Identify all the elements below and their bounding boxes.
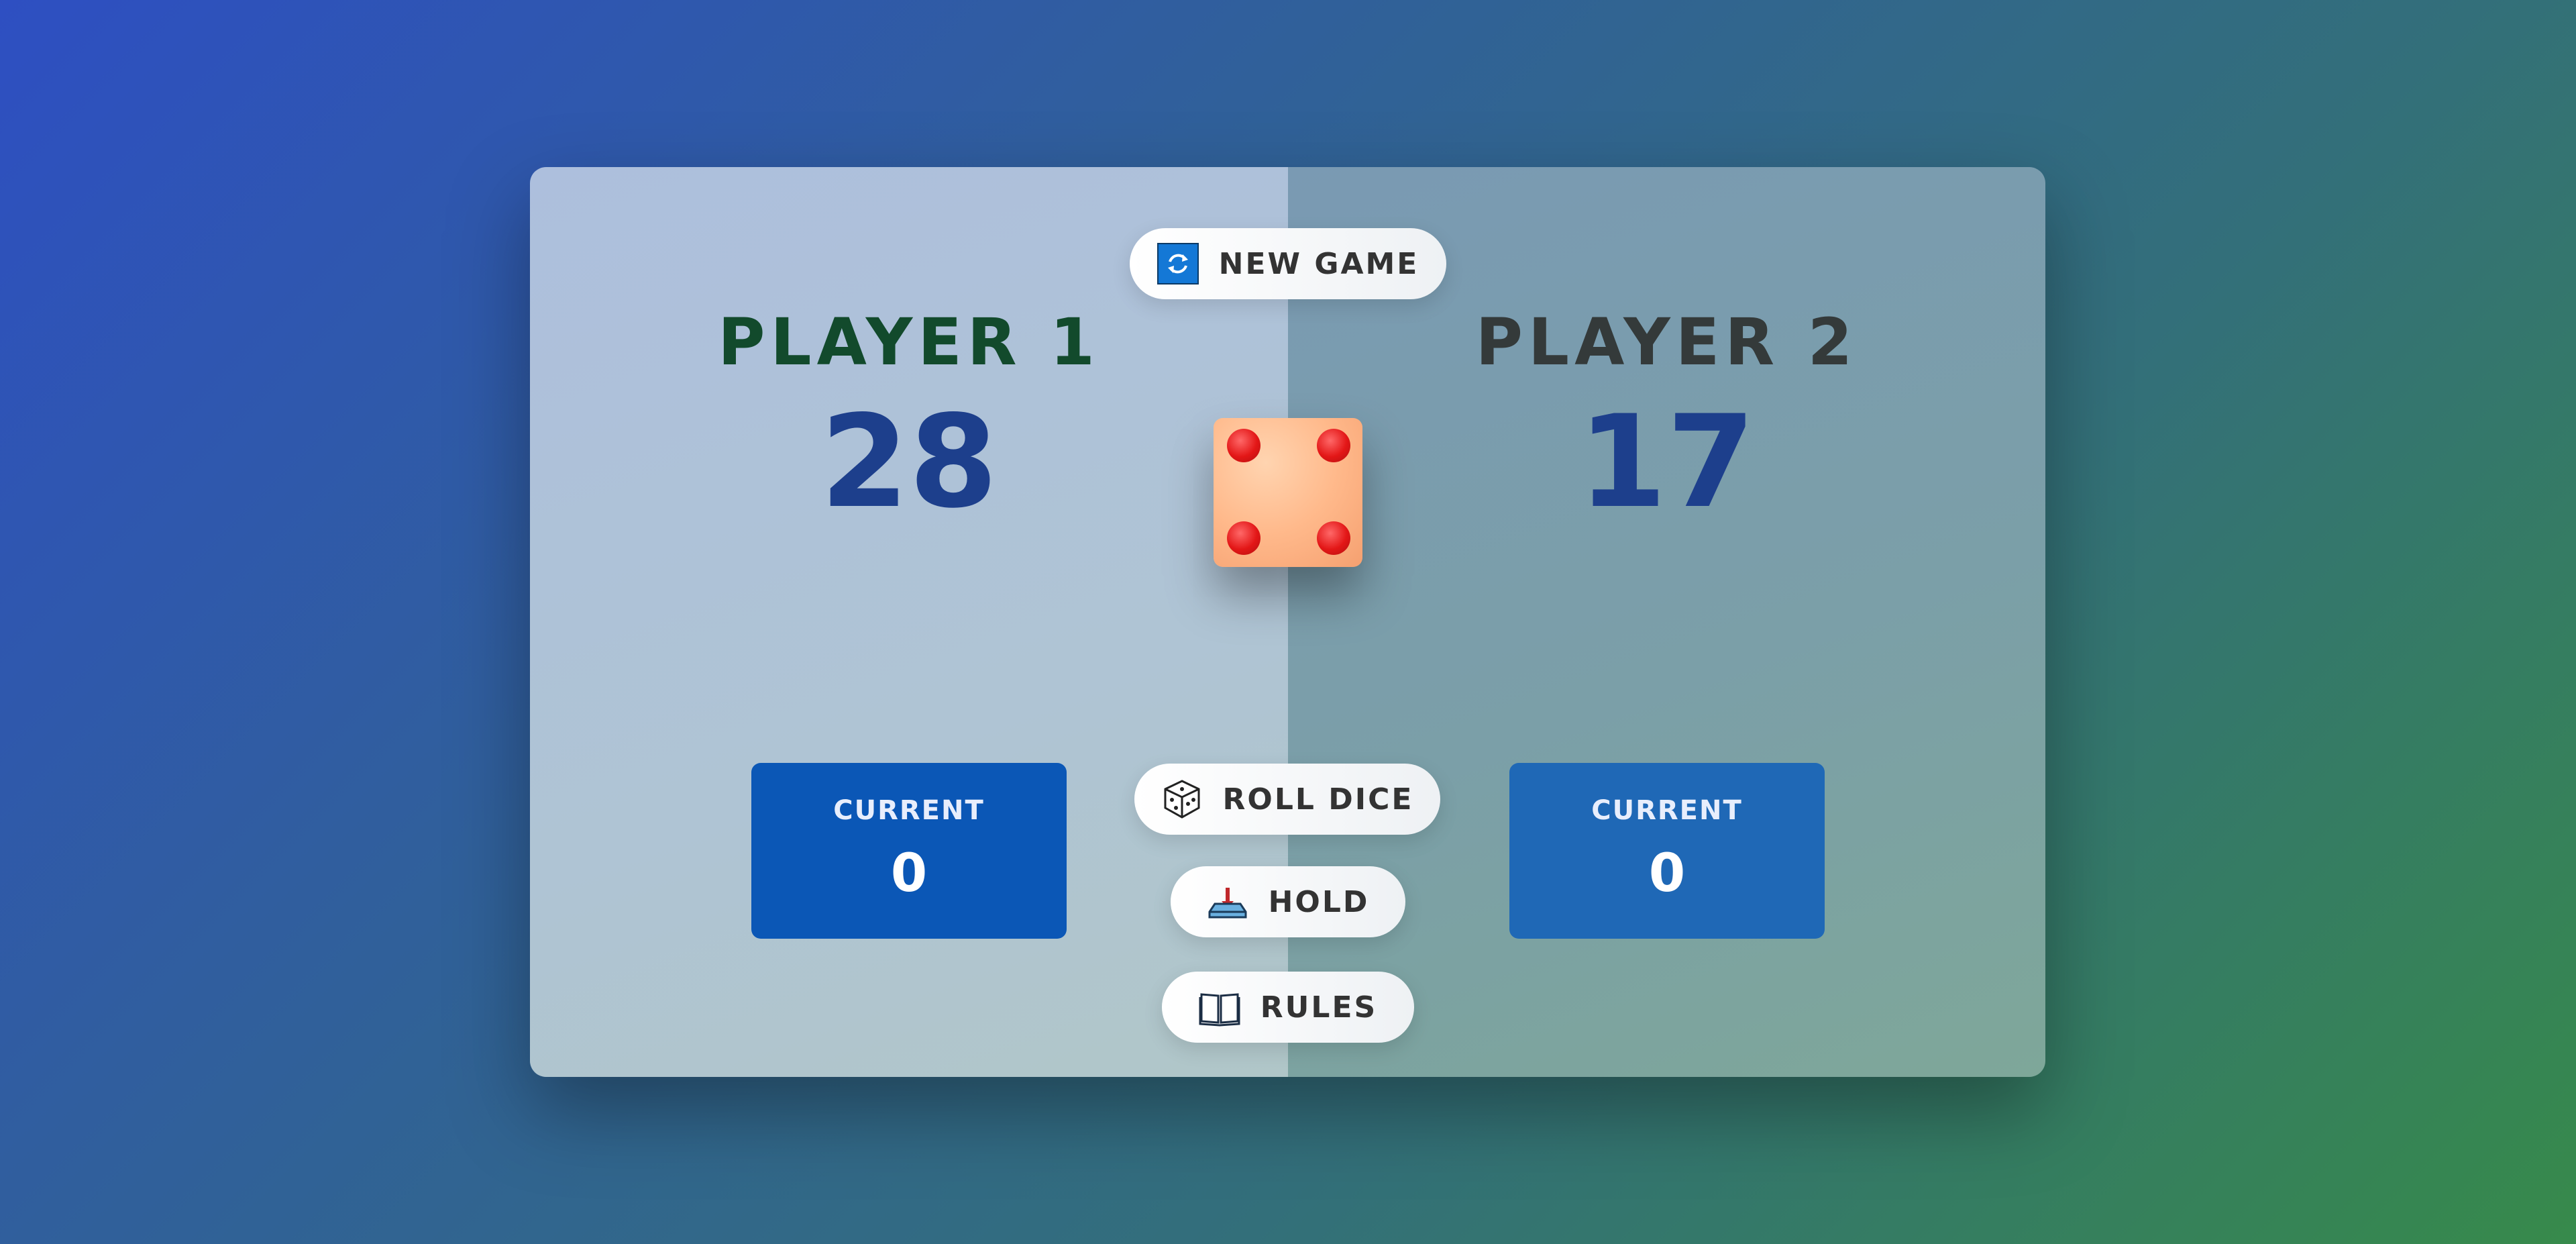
player-2-panel: PLAYER 2 17 CURRENT 0 — [1288, 167, 2045, 1077]
player-1-panel: PLAYER 1 28 CURRENT 0 — [530, 167, 1288, 1077]
dice-pip — [1317, 429, 1350, 462]
player-2-name: PLAYER 2 — [1475, 305, 1858, 380]
player-1-current-box: CURRENT 0 — [751, 763, 1067, 939]
rules-label: RULES — [1260, 990, 1378, 1025]
player-1-current-value: 0 — [890, 843, 928, 904]
new-game-label: NEW GAME — [1218, 246, 1419, 281]
roll-dice-label: ROLL DICE — [1222, 782, 1414, 817]
player-1-score: 28 — [820, 388, 998, 536]
player-2-score: 17 — [1578, 388, 1756, 536]
dice-icon — [1161, 778, 1203, 820]
game-board: PLAYER 1 28 CURRENT 0 PLAYER 2 17 CURREN… — [530, 167, 2045, 1077]
player-1-name: PLAYER 1 — [718, 305, 1100, 380]
rules-button[interactable]: RULES — [1162, 972, 1414, 1043]
book-icon — [1199, 986, 1240, 1028]
hold-button[interactable]: HOLD — [1171, 866, 1405, 937]
dice-pip — [1227, 429, 1260, 462]
player-1-current-label: CURRENT — [833, 795, 985, 826]
dice-pip — [1227, 521, 1260, 555]
refresh-icon — [1157, 243, 1199, 284]
player-2-current-label: CURRENT — [1591, 795, 1743, 826]
player-2-current-value: 0 — [1648, 843, 1686, 904]
dice-pip — [1317, 521, 1350, 555]
player-2-current-box: CURRENT 0 — [1509, 763, 1825, 939]
hold-label: HOLD — [1268, 884, 1370, 919]
roll-dice-button[interactable]: ROLL DICE — [1134, 764, 1440, 835]
hold-icon — [1207, 881, 1248, 923]
dice — [1214, 418, 1362, 567]
new-game-button[interactable]: NEW GAME — [1130, 228, 1446, 299]
